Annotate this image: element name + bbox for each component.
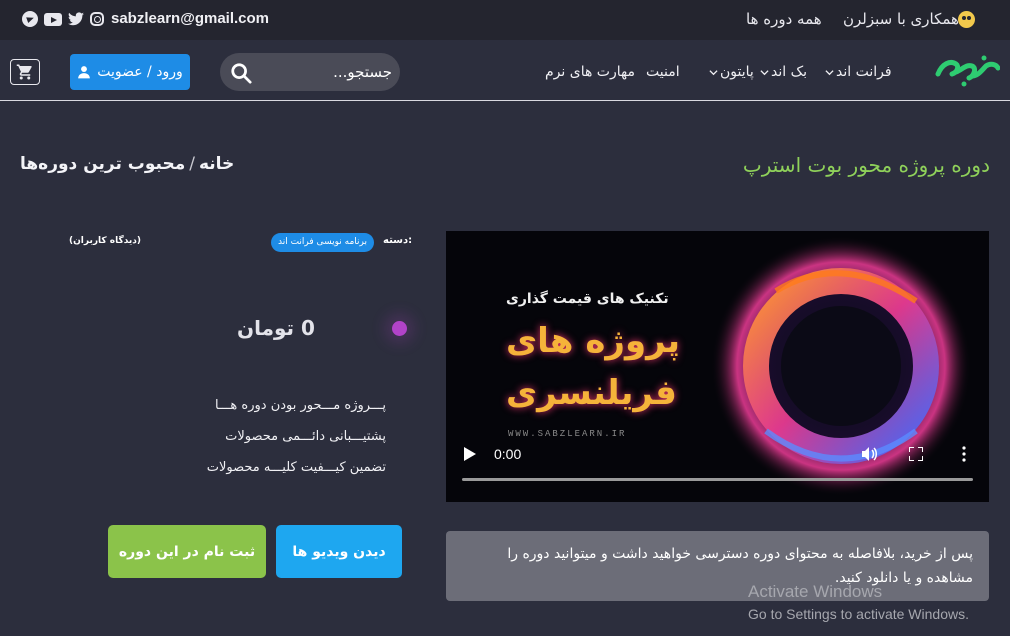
windows-activation-title: Activate Windows	[748, 582, 883, 601]
thumbnail-title-line1: پروژه های	[506, 321, 681, 361]
login-register-label: ورود / عضویت	[97, 64, 183, 80]
sabzlearn-logo[interactable]	[934, 52, 1000, 90]
telegram-icon[interactable]	[22, 11, 38, 27]
nav-item-backend[interactable]: بک اند	[760, 64, 807, 80]
search-input[interactable]	[258, 53, 392, 91]
breadcrumb-current[interactable]: محبوب ترین دوره‌ها	[20, 154, 185, 174]
video-progress-bar[interactable]	[462, 478, 973, 481]
contact-email[interactable]: sabzlearn@gmail.com	[111, 10, 269, 27]
login-register-button[interactable]: ورود / عضویت	[70, 54, 190, 90]
breadcrumb-home[interactable]: خانه	[199, 154, 234, 174]
cart-icon	[16, 64, 32, 80]
breadcrumb: خانه/محبوب ترین دوره‌ها	[20, 154, 234, 174]
nav-label: پایتون	[720, 64, 754, 80]
nav-label: بک اند	[771, 64, 808, 80]
purchase-notice: پس از خرید، بلافاصله به محتوای دوره دستر…	[446, 531, 989, 601]
fullscreen-icon[interactable]	[909, 447, 923, 461]
instagram-icon[interactable]	[90, 12, 104, 26]
video-thumbnail	[446, 231, 989, 502]
play-icon[interactable]	[464, 447, 476, 461]
course-title: دوره پروژه محور بوت استرپ	[742, 153, 990, 177]
breadcrumb-separator: /	[189, 154, 195, 174]
user-icon	[78, 66, 91, 79]
more-options-icon[interactable]	[962, 446, 966, 462]
nav-item-security[interactable]: امنیت	[646, 64, 680, 80]
enroll-button[interactable]: ثبت نام در این دوره	[108, 525, 266, 578]
feature-item: تضمین کیـــفیت کلیـــه محصولات	[206, 460, 386, 475]
video-time: 0:00	[494, 446, 522, 462]
course-price: 0 تومان	[237, 316, 315, 340]
nav-label: مهارت های نرم	[545, 64, 635, 80]
chevron-down-icon	[760, 69, 769, 75]
chevron-down-icon	[825, 69, 834, 75]
search-icon[interactable]	[230, 62, 252, 84]
top-bar: sabzlearn@gmail.com همه دوره ها همکاری ب…	[0, 0, 1010, 40]
youtube-icon[interactable]	[44, 13, 62, 26]
nav-item-soft-skills[interactable]: مهارت های نرم	[545, 64, 635, 80]
volume-icon[interactable]	[861, 446, 877, 462]
feature-item: پشتیـــبانی دائـــمی محصولات	[225, 429, 386, 444]
thumbnail-title-line2: فریلنسری	[506, 373, 677, 413]
windows-activation-hint: Go to Settings to activate Windows.	[748, 606, 969, 622]
feature-item: پـــروژه مـــحور بودن دوره هـــا	[215, 398, 386, 413]
status-dot	[392, 321, 407, 336]
cart-button[interactable]	[10, 59, 40, 85]
course-video-player[interactable]: تکنیک های قیمت گذاری پروژه های فریلنسری …	[446, 231, 989, 502]
nav-label: فرانت اند	[836, 64, 892, 80]
nav-label: امنیت	[646, 64, 680, 80]
main-nav: ورود / عضویت مهارت های نرم امنیت پایتون …	[0, 40, 1010, 101]
emoji-icon	[958, 11, 975, 28]
thumbnail-site: WWW.SABZLEARN.IR	[508, 429, 627, 439]
category-badge[interactable]: برنامه نویسی فرانت اند	[271, 233, 374, 252]
nav-item-python[interactable]: پایتون	[709, 64, 754, 80]
watch-videos-button[interactable]: دیدن ویدیو ها	[276, 525, 402, 578]
all-courses-link[interactable]: همه دوره ها	[746, 10, 822, 28]
reviews-link[interactable]: (دیدگاه کاربران)	[69, 236, 141, 246]
search-box	[220, 53, 400, 91]
cooperate-link[interactable]: همکاری با سبزلرن	[843, 10, 959, 28]
twitter-icon[interactable]	[68, 11, 84, 27]
nav-item-frontend[interactable]: فرانت اند	[825, 64, 892, 80]
category-label: دسته:	[383, 235, 413, 246]
chevron-down-icon	[709, 69, 718, 75]
thumbnail-subtitle: تکنیک های قیمت گذاری	[506, 291, 669, 307]
